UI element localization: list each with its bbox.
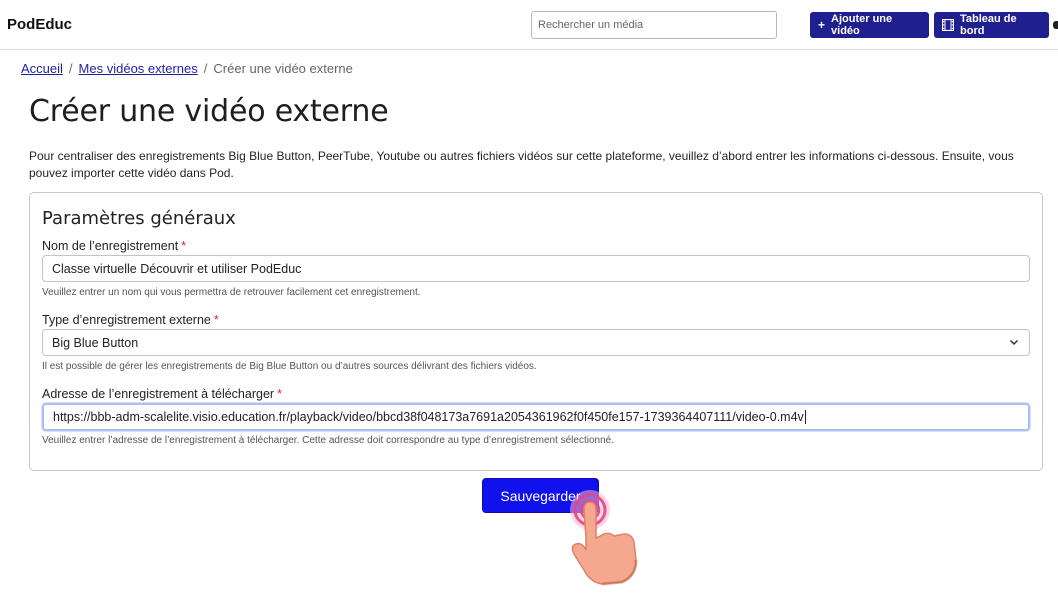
add-video-label: Ajouter une vidéo (831, 13, 893, 37)
recording-name-input[interactable]: Classe virtuelle Découvrir et utiliser P… (42, 255, 1030, 282)
url-help-text: Veuillez entrer l’adresse de l’enregistr… (42, 435, 614, 446)
pointer-hand-icon (570, 490, 638, 586)
section-title: Paramètres généraux (42, 208, 236, 229)
recording-url-input[interactable]: https://bbb-adm-scalelite.visio.educatio… (42, 403, 1030, 431)
user-menu-icon[interactable] (1053, 21, 1058, 29)
text-caret (804, 410, 806, 424)
breadcrumb-separator: / (203, 61, 208, 76)
breadcrumb: Accueil / Mes vidéos externes / Créer un… (21, 61, 353, 76)
general-settings-fieldset: Paramètres généraux Nom de l’enregistrem… (29, 192, 1043, 471)
dashboard-button[interactable]: Tableau de bord (934, 12, 1049, 38)
add-video-button[interactable]: + Ajouter une vidéo (810, 12, 929, 38)
breadcrumb-external-videos-link[interactable]: Mes vidéos externes (79, 61, 198, 76)
film-icon (942, 19, 954, 31)
plus-icon: + (818, 18, 826, 32)
recording-type-select[interactable]: Big Blue Button (42, 329, 1030, 356)
brand-logo[interactable]: PodEduc (7, 16, 72, 33)
chevron-down-icon (1009, 339, 1019, 346)
required-marker: * (181, 239, 187, 253)
type-label: Type d’enregistrement externe * (42, 313, 219, 327)
url-label: Adresse de l’enregistrement à télécharge… (42, 387, 282, 401)
breadcrumb-current: Créer une vidéo externe (213, 61, 353, 76)
required-marker: * (277, 387, 282, 401)
breadcrumb-separator: / (68, 61, 73, 76)
breadcrumb-home-link[interactable]: Accueil (21, 61, 63, 76)
type-help-text: Il est possible de gérer les enregistrem… (42, 361, 537, 372)
top-navbar: PodEduc + Ajouter une vidéo Tableau de b… (0, 0, 1058, 50)
name-help-text: Veuillez entrer un nom qui vous permettr… (42, 287, 421, 298)
required-marker: * (213, 313, 219, 327)
page-title: Créer une vidéo externe (29, 94, 389, 129)
dashboard-label: Tableau de bord (960, 13, 1017, 37)
name-label: Nom de l’enregistrement * (42, 239, 187, 253)
search-input[interactable] (531, 11, 777, 39)
page-intro: Pour centraliser des enregistrements Big… (29, 149, 1014, 180)
